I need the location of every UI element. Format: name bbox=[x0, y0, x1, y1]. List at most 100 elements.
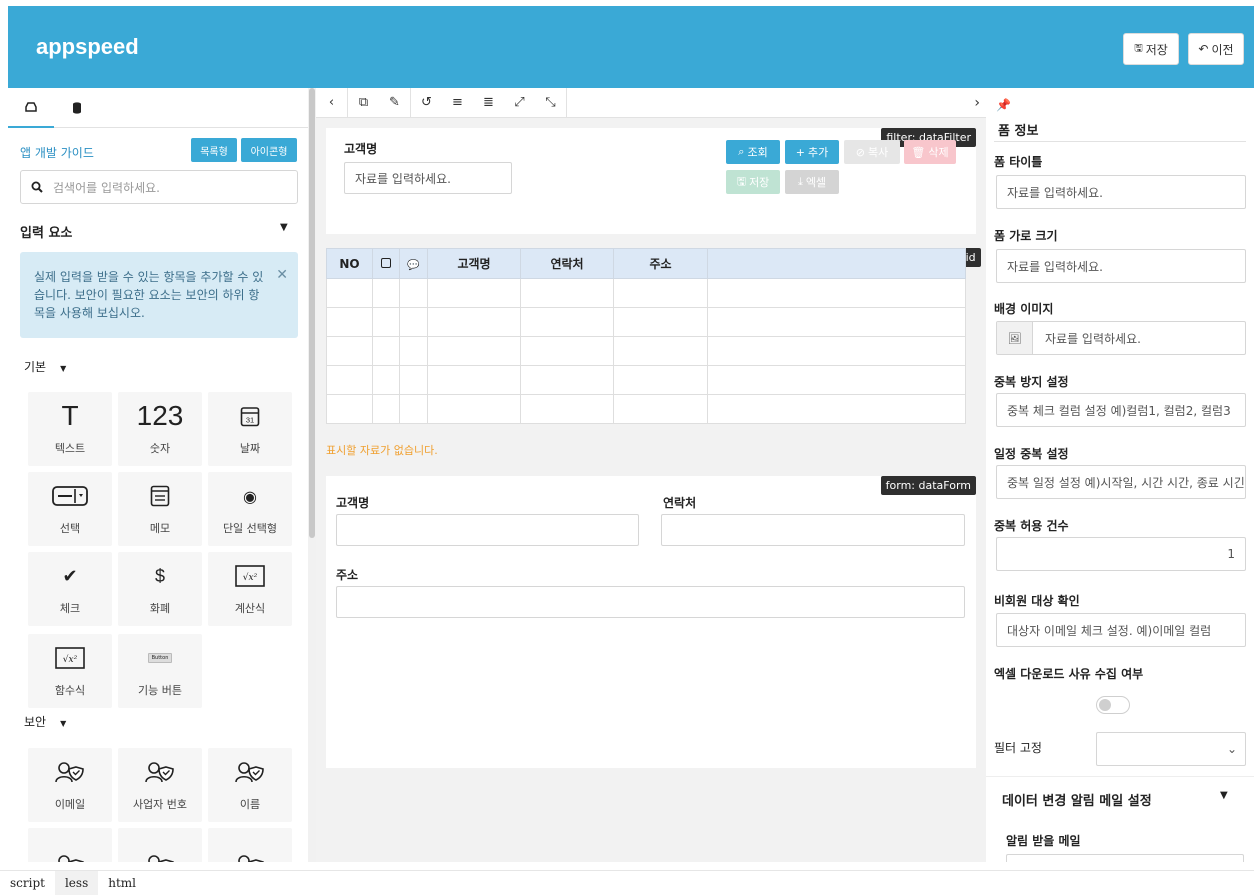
copy-button[interactable]: ⊘ 복사 bbox=[844, 140, 900, 164]
left-scrollbar[interactable] bbox=[308, 88, 316, 862]
search-icon bbox=[31, 181, 43, 193]
scrollbar-thumb[interactable] bbox=[309, 88, 315, 538]
table-row[interactable] bbox=[326, 394, 966, 424]
compress-icon[interactable]: ⤡ bbox=[535, 88, 566, 118]
memo-icon bbox=[150, 482, 170, 510]
tile-security-6[interactable] bbox=[208, 828, 292, 862]
chevron-right-icon[interactable]: › bbox=[974, 88, 980, 118]
tile-security-4[interactable] bbox=[28, 828, 112, 862]
excel-reason-toggle[interactable] bbox=[1096, 696, 1130, 714]
col-comment[interactable]: 💬 bbox=[399, 248, 428, 279]
allow-count-label: 중복 허용 건수 bbox=[994, 519, 1069, 533]
tile-text[interactable]: T 텍스트 bbox=[28, 392, 112, 466]
copy-icon[interactable]: ⧉ bbox=[348, 88, 379, 118]
tile-name[interactable]: 이름 bbox=[208, 748, 292, 822]
tile-select[interactable]: 선택 bbox=[28, 472, 112, 546]
tab-html[interactable]: html bbox=[98, 871, 146, 895]
search-icon: ⌕ bbox=[738, 145, 745, 158]
form-name-label: 고객명 bbox=[336, 496, 370, 510]
search-button[interactable]: ⌕ 조회 bbox=[726, 140, 780, 164]
form-contact-input[interactable] bbox=[661, 514, 965, 546]
tile-check[interactable]: ✔ 체크 bbox=[28, 552, 112, 626]
save-data-button[interactable]: 🖫 저장 bbox=[726, 170, 780, 194]
grid-header-row: NO 💬 고객명 연락처 주소 bbox=[326, 248, 966, 279]
delete-button[interactable]: 🗑 삭제 bbox=[904, 140, 956, 164]
table-row[interactable] bbox=[326, 365, 966, 395]
tile-date[interactable]: 31 날짜 bbox=[208, 392, 292, 466]
tile-security-5[interactable] bbox=[118, 828, 202, 862]
form-width-input[interactable]: 자료를 입력하세요. bbox=[996, 249, 1246, 283]
add-button[interactable]: + 추가 bbox=[785, 140, 839, 164]
tab-less[interactable]: less bbox=[54, 870, 99, 895]
table-row[interactable] bbox=[326, 278, 966, 308]
tile-currency[interactable]: $ 화폐 bbox=[118, 552, 202, 626]
form-title-input[interactable]: 자료를 입력하세요. bbox=[996, 175, 1246, 209]
filter-fix-select[interactable]: ⌄ bbox=[1096, 732, 1246, 766]
tile-function[interactable]: √x² 함수식 bbox=[28, 634, 112, 708]
align-right-icon[interactable]: ≣ bbox=[473, 88, 504, 118]
allow-count-input[interactable]: 1 bbox=[996, 537, 1246, 571]
search-input[interactable]: 검색어를 입력하세요. bbox=[20, 170, 298, 204]
undo-icon[interactable]: ↺ bbox=[411, 88, 442, 118]
close-icon[interactable]: ✕ bbox=[276, 266, 288, 284]
align-left-icon[interactable]: ≡ bbox=[442, 88, 473, 118]
app-logo: appspeed bbox=[36, 34, 139, 59]
save-button[interactable]: 🖫 저장 bbox=[1123, 33, 1179, 65]
tab-script[interactable]: script bbox=[0, 871, 55, 895]
col-checkbox[interactable] bbox=[372, 248, 400, 279]
form-address-input[interactable] bbox=[336, 586, 965, 618]
col-extra bbox=[707, 248, 966, 279]
prev-button[interactable]: ↶ 이전 bbox=[1188, 33, 1244, 65]
download-icon: ⤓ bbox=[797, 175, 803, 188]
filter-input[interactable]: 자료를 입력하세요. bbox=[344, 162, 512, 194]
col-customer-name[interactable]: 고객명 bbox=[427, 248, 521, 279]
tile-email[interactable]: 이메일 bbox=[28, 748, 112, 822]
excel-button[interactable]: ⤓ 엑셀 bbox=[785, 170, 839, 194]
canvas-toolbar: ‹ ⧉ ✎ ↺ ≡ ≣ ⤢ ⤡ › bbox=[316, 87, 986, 118]
user-shield-icon bbox=[235, 758, 265, 786]
dup-input[interactable]: 중복 체크 컬럼 설정 예)컬럼1, 컬럼2, 컬럼3 bbox=[996, 393, 1246, 427]
form-name-input[interactable] bbox=[336, 514, 639, 546]
collapse-caret-icon[interactable]: ▼ bbox=[280, 222, 288, 233]
checkbox-icon[interactable] bbox=[381, 257, 391, 268]
icon-view-button[interactable]: 아이콘형 bbox=[241, 138, 297, 162]
table-row[interactable] bbox=[326, 307, 966, 337]
group-security[interactable]: 보안 ▼ bbox=[24, 713, 66, 730]
image-icon: 🖼 bbox=[997, 322, 1033, 354]
currency-icon: $ bbox=[154, 565, 165, 586]
tab-components[interactable] bbox=[8, 88, 54, 128]
chevron-down-icon: ▼ bbox=[60, 719, 67, 728]
form-contact-label: 연락처 bbox=[663, 496, 697, 510]
sched-input[interactable]: 중복 일정 설정 예)시작일, 시간 시간, 종료 시긴 bbox=[996, 465, 1246, 499]
notify-mail-input[interactable] bbox=[1006, 854, 1244, 862]
eraser-icon[interactable]: ✎ bbox=[379, 88, 410, 118]
tile-action-button[interactable]: Button 기능 버튼 bbox=[118, 634, 202, 708]
nonmember-input[interactable]: 대상자 이메일 체크 설정. 예)이메일 컬럼 bbox=[996, 613, 1246, 647]
user-shield-icon bbox=[145, 851, 175, 862]
col-contact[interactable]: 연락처 bbox=[520, 248, 614, 279]
tile-business-number[interactable]: 사업자 번호 bbox=[118, 748, 202, 822]
tile-memo[interactable]: 메모 bbox=[118, 472, 202, 546]
svg-text:√x²: √x² bbox=[243, 572, 258, 583]
table-row[interactable] bbox=[326, 336, 966, 366]
radio-icon: ◉ bbox=[243, 486, 257, 506]
tile-formula[interactable]: √x² 계산식 bbox=[208, 552, 292, 626]
bg-image-label: 배경 이미지 bbox=[994, 302, 1054, 316]
group-basic[interactable]: 기본 ▼ bbox=[24, 358, 66, 375]
button-icon: Button bbox=[147, 644, 173, 672]
form-info-title: 폼 정보 bbox=[998, 124, 1039, 139]
user-shield-icon bbox=[235, 851, 265, 862]
pin-icon[interactable]: 📌 bbox=[996, 98, 1011, 112]
collapse-caret-icon[interactable]: ▼ bbox=[1220, 790, 1228, 801]
tab-database[interactable] bbox=[54, 88, 100, 128]
tile-radio[interactable]: ◉ 단일 선택형 bbox=[208, 472, 292, 546]
inbox-icon bbox=[25, 102, 37, 112]
bg-image-input[interactable]: 🖼 자료를 입력하세요. bbox=[996, 321, 1246, 355]
tile-number[interactable]: 123 숫자 bbox=[118, 392, 202, 466]
col-no[interactable]: NO bbox=[326, 248, 373, 279]
list-view-button[interactable]: 목록형 bbox=[191, 138, 237, 162]
expand-icon[interactable]: ⤢ bbox=[504, 88, 535, 118]
col-address[interactable]: 주소 bbox=[613, 248, 708, 279]
svg-text:31: 31 bbox=[246, 416, 254, 425]
chevron-left-icon[interactable]: ‹ bbox=[316, 88, 347, 118]
